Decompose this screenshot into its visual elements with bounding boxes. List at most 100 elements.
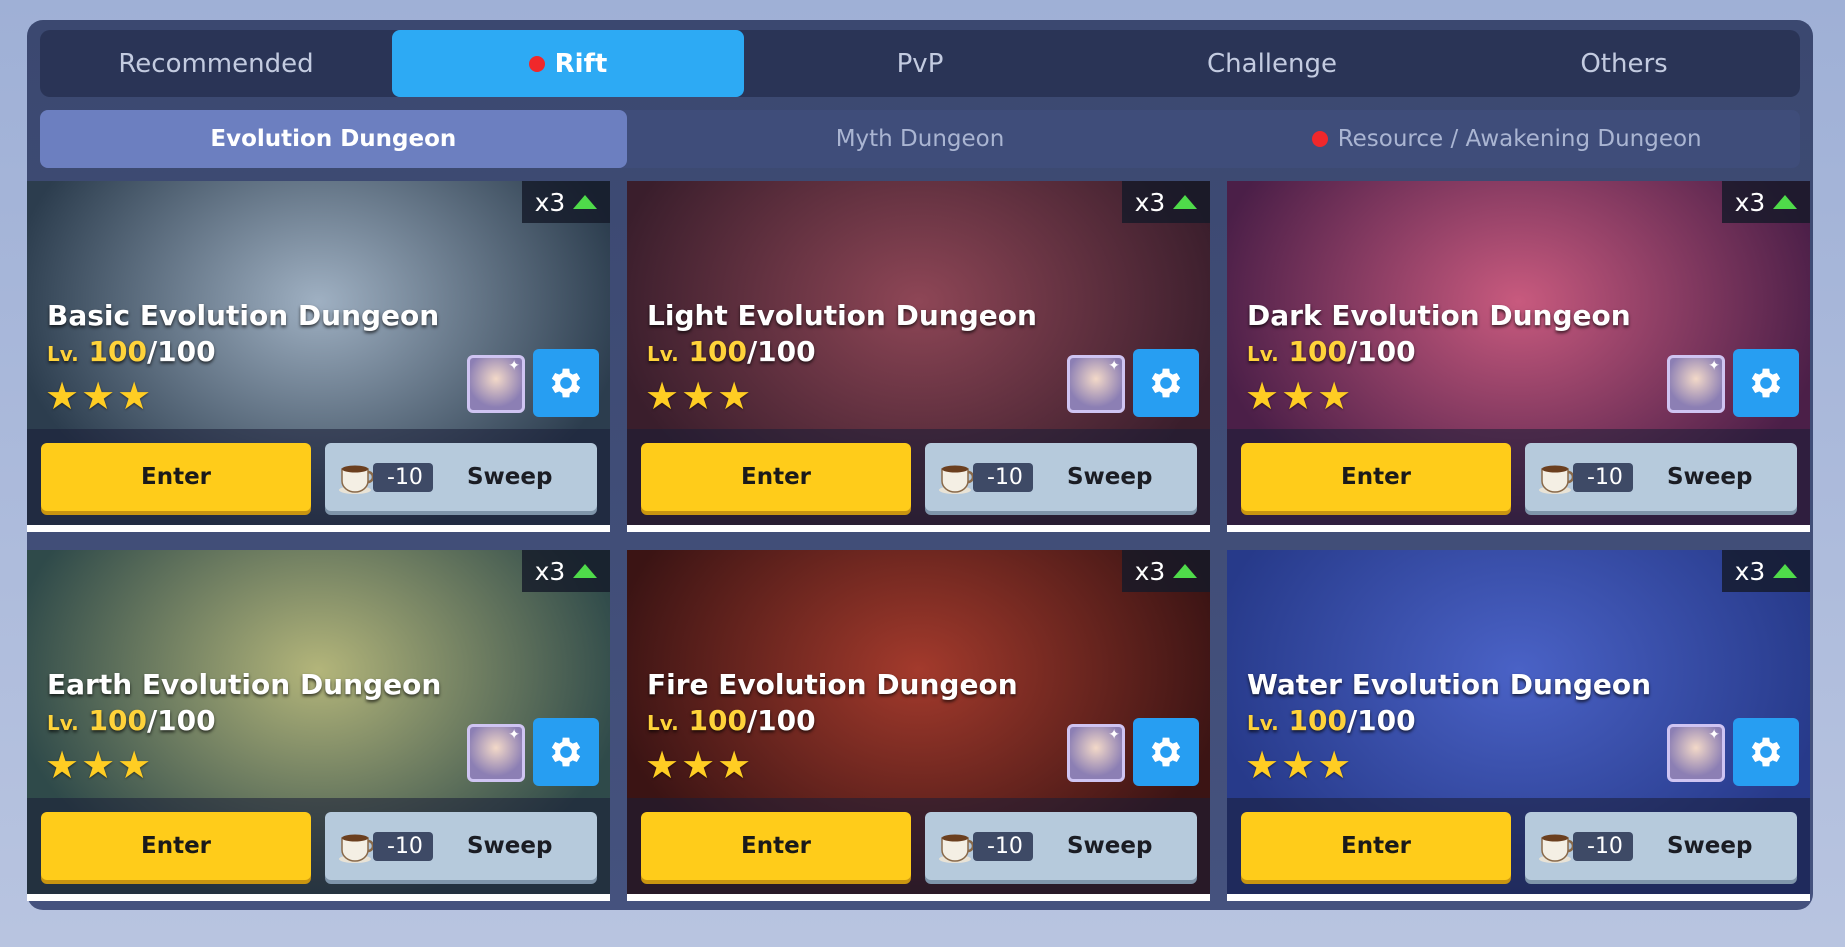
- gear-icon: [1151, 737, 1181, 767]
- multiplier-value: x3: [534, 556, 566, 586]
- star-icon: ★: [1317, 743, 1352, 787]
- auto-settings-button[interactable]: [1733, 349, 1799, 417]
- auto-settings-button[interactable]: [1133, 349, 1199, 417]
- dungeon-level: Lv. 100/100: [647, 704, 816, 737]
- enter-button[interactable]: Enter: [41, 812, 311, 880]
- star-icon: ★: [81, 743, 116, 787]
- alert-dot-icon: [528, 55, 545, 72]
- enter-button[interactable]: Enter: [641, 443, 911, 511]
- star-rating: ★ ★ ★: [1245, 746, 1351, 784]
- dungeon-level: Lv. 100/100: [1247, 704, 1416, 737]
- star-rating: ★ ★ ★: [45, 746, 151, 784]
- tab-rift[interactable]: Rift: [392, 30, 744, 97]
- tab-others[interactable]: Others: [1448, 30, 1800, 97]
- auto-settings-button[interactable]: [533, 349, 599, 417]
- alert-dot-icon: [1311, 131, 1328, 147]
- sweep-cost: -10: [373, 831, 433, 861]
- increase-arrow-icon: [573, 564, 598, 578]
- level-prefix: Lv.: [647, 342, 679, 366]
- tab-label: Rift: [554, 48, 608, 79]
- max-level: /100: [746, 335, 816, 368]
- max-level: /100: [746, 704, 816, 737]
- hero-portrait[interactable]: ✦: [467, 355, 525, 413]
- sparkle-icon: ✦: [508, 727, 520, 743]
- star-icon: ★: [45, 743, 80, 787]
- category-tab-bar: Recommended Rift PvP Challenge Others: [40, 30, 1800, 97]
- gear-icon: [1751, 368, 1781, 398]
- multiplier-value: x3: [1734, 556, 1766, 586]
- sweep-button[interactable]: -10 Sweep: [325, 443, 597, 511]
- star-icon: ★: [1245, 374, 1280, 418]
- max-level: /100: [146, 335, 216, 368]
- max-level: /100: [1346, 704, 1416, 737]
- dungeon-card-4[interactable]: x3 Earth Evolution Dungeon Lv. 100/100 ★…: [27, 550, 610, 901]
- sparkle-icon: ✦: [1708, 727, 1720, 743]
- star-icon: ★: [717, 374, 752, 418]
- dungeon-card-3[interactable]: x3 Dark Evolution Dungeon Lv. 100/100 ★ ★…: [1227, 181, 1810, 532]
- dungeon-card-2[interactable]: x3 Light Evolution Dungeon Lv. 100/100 ★…: [627, 181, 1210, 532]
- star-icon: ★: [1317, 374, 1352, 418]
- subtab-myth-dungeon[interactable]: Myth Dungeon: [627, 110, 1214, 168]
- enter-button[interactable]: Enter: [1241, 812, 1511, 880]
- gear-icon: [551, 368, 581, 398]
- enter-button[interactable]: Enter: [41, 443, 311, 511]
- tab-recommended[interactable]: Recommended: [40, 30, 392, 97]
- current-level: 100: [1288, 335, 1347, 368]
- sweep-label: Sweep: [1066, 833, 1153, 859]
- increase-arrow-icon: [1773, 564, 1798, 578]
- auto-settings-button[interactable]: [1733, 718, 1799, 786]
- multiplier-value: x3: [1734, 187, 1766, 217]
- star-icon: ★: [681, 374, 716, 418]
- sweep-button[interactable]: -10 Sweep: [325, 812, 597, 880]
- tab-label: Challenge: [1207, 48, 1337, 79]
- dungeon-name: Water Evolution Dungeon: [1247, 668, 1652, 701]
- sparkle-icon: ✦: [1108, 358, 1120, 374]
- reward-multiplier-badge: x3: [1722, 181, 1810, 223]
- sweep-label: Sweep: [1066, 464, 1153, 490]
- subtab-label: Myth Dungeon: [835, 126, 1005, 152]
- dungeon-name: Dark Evolution Dungeon: [1247, 299, 1631, 332]
- tab-pvp[interactable]: PvP: [744, 30, 1096, 97]
- dungeon-card-1[interactable]: x3 Basic Evolution Dungeon Lv. 100/100 ★…: [27, 181, 610, 532]
- subtab-resource-awakening-dungeon[interactable]: Resource / Awakening Dungeon: [1213, 110, 1800, 168]
- auto-settings-button[interactable]: [1133, 718, 1199, 786]
- hero-portrait[interactable]: ✦: [1667, 355, 1725, 413]
- max-level: /100: [1346, 335, 1416, 368]
- auto-settings-button[interactable]: [533, 718, 599, 786]
- level-prefix: Lv.: [1247, 342, 1279, 366]
- current-level: 100: [1288, 704, 1347, 737]
- enter-button[interactable]: Enter: [641, 812, 911, 880]
- dungeon-card-6[interactable]: x3 Water Evolution Dungeon Lv. 100/100 ★…: [1227, 550, 1810, 901]
- coffee-cup-icon: [1539, 465, 1575, 494]
- hero-portrait[interactable]: ✦: [1067, 355, 1125, 413]
- dungeon-name: Earth Evolution Dungeon: [47, 668, 442, 701]
- hero-portrait[interactable]: ✦: [1067, 724, 1125, 782]
- increase-arrow-icon: [1773, 195, 1798, 209]
- sweep-button[interactable]: -10 Sweep: [1525, 812, 1797, 880]
- hero-portrait[interactable]: ✦: [467, 724, 525, 782]
- increase-arrow-icon: [1173, 564, 1198, 578]
- current-level: 100: [688, 335, 747, 368]
- subtab-label: Evolution Dungeon: [210, 126, 457, 152]
- multiplier-value: x3: [1134, 556, 1166, 586]
- subtab-evolution-dungeon[interactable]: Evolution Dungeon: [40, 110, 627, 168]
- increase-arrow-icon: [573, 195, 598, 209]
- enter-button[interactable]: Enter: [1241, 443, 1511, 511]
- star-icon: ★: [45, 374, 80, 418]
- star-rating: ★ ★ ★: [645, 746, 751, 784]
- subtab-label: Resource / Awakening Dungeon: [1337, 126, 1702, 152]
- sweep-button[interactable]: -10 Sweep: [925, 812, 1197, 880]
- sweep-label: Sweep: [1666, 833, 1753, 859]
- tab-label: Others: [1580, 48, 1668, 79]
- sweep-button[interactable]: -10 Sweep: [1525, 443, 1797, 511]
- star-icon: ★: [81, 374, 116, 418]
- tab-label: Recommended: [118, 48, 314, 79]
- star-icon: ★: [1245, 743, 1280, 787]
- sparkle-icon: ✦: [508, 358, 520, 374]
- sweep-button[interactable]: -10 Sweep: [925, 443, 1197, 511]
- dungeon-card-5[interactable]: x3 Fire Evolution Dungeon Lv. 100/100 ★ ★…: [627, 550, 1210, 901]
- sweep-cost: -10: [1573, 462, 1633, 492]
- hero-portrait[interactable]: ✦: [1667, 724, 1725, 782]
- gear-icon: [1751, 737, 1781, 767]
- tab-challenge[interactable]: Challenge: [1096, 30, 1448, 97]
